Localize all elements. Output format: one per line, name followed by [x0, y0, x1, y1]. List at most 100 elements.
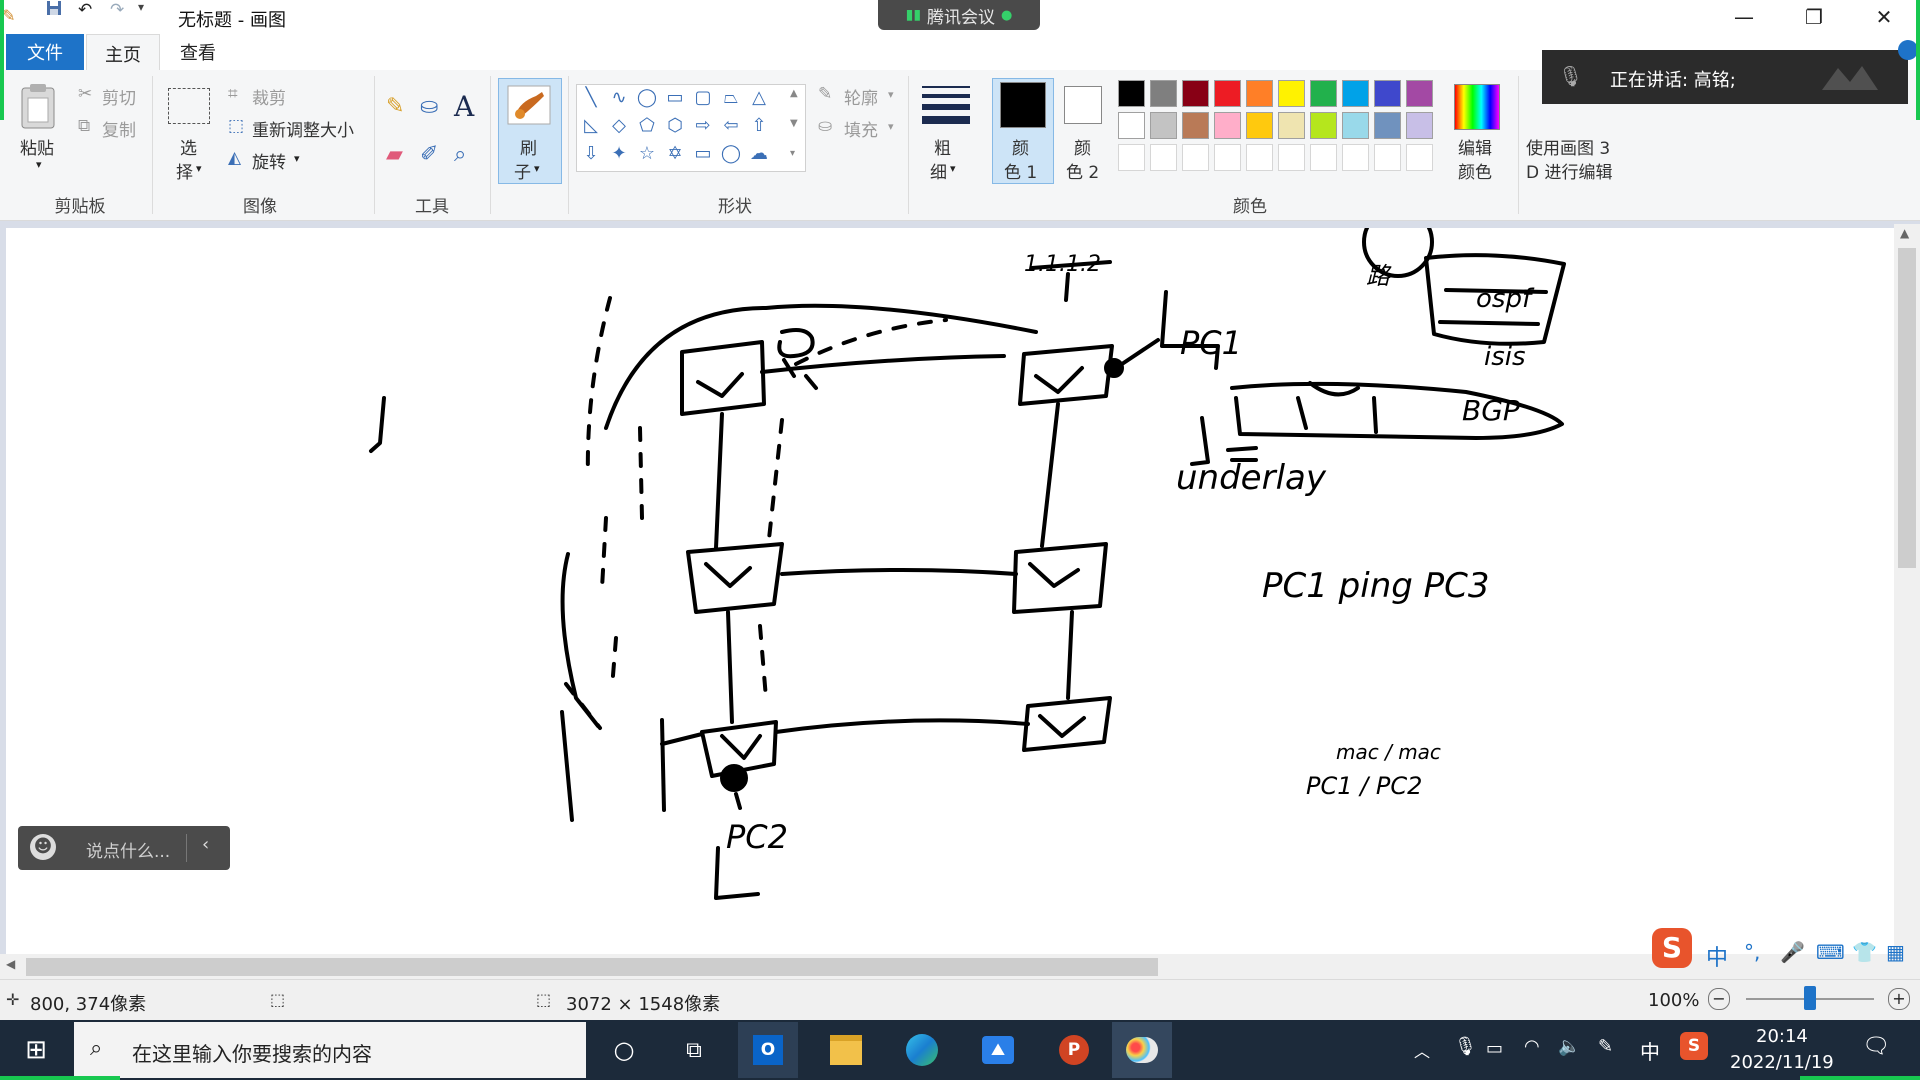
ime-skin-icon[interactable]: 👕 — [1852, 940, 1877, 964]
down-arrow-shape-icon[interactable]: ⇩ — [580, 142, 602, 164]
select-dropdown-icon[interactable]: ▾ — [196, 162, 202, 175]
pentagon-shape-icon[interactable]: ⬠ — [636, 114, 658, 136]
collapse-chevron-icon[interactable]: ‹ — [202, 834, 209, 855]
ime-menu-icon[interactable]: ▦ — [1886, 940, 1905, 964]
rotate-button[interactable]: 旋转 — [252, 148, 286, 173]
paste-button[interactable]: 粘贴 — [20, 134, 54, 159]
paint3d-label-2[interactable]: D 进行编辑 — [1526, 158, 1613, 183]
notification-icon[interactable]: 🗨 — [1862, 1034, 1890, 1059]
palette-swatch[interactable] — [1278, 144, 1305, 171]
palette-swatch[interactable] — [1342, 80, 1369, 107]
line-shape-icon[interactable]: ╲ — [580, 86, 602, 108]
palette-swatch[interactable] — [1406, 80, 1433, 107]
tab-file[interactable]: 文件 — [6, 34, 84, 70]
edit-colors-label-2[interactable]: 颜色 — [1458, 158, 1492, 183]
search-placeholder[interactable]: 在这里输入你要搜索的内容 — [132, 1038, 372, 1067]
powerpoint-icon[interactable]: P — [1044, 1022, 1104, 1078]
palette-swatch[interactable] — [1150, 144, 1177, 171]
outline-button[interactable]: 轮廓 — [844, 84, 878, 109]
palette-swatch[interactable] — [1246, 80, 1273, 107]
fill-button[interactable]: 填充 — [844, 116, 878, 141]
left-arrow-shape-icon[interactable]: ⇦ — [720, 114, 742, 136]
palette-swatch[interactable] — [1118, 80, 1145, 107]
pencil-icon[interactable]: ✎ — [386, 94, 404, 119]
palette-swatch[interactable] — [1406, 112, 1433, 139]
edit-colors-label-1[interactable]: 编辑 — [1458, 134, 1492, 159]
palette-swatch[interactable] — [1150, 112, 1177, 139]
zoom-in-button[interactable]: + — [1888, 988, 1910, 1010]
right-triangle-shape-icon[interactable]: ◺ — [580, 114, 602, 136]
paste-dropdown-icon[interactable]: ▾ — [36, 158, 42, 171]
cut-button[interactable]: 剪切 — [102, 84, 136, 109]
six-point-star-shape-icon[interactable]: ✡ — [664, 142, 686, 164]
select-icon[interactable] — [168, 88, 210, 124]
vertical-scroll-thumb[interactable] — [1898, 248, 1916, 568]
tab-home[interactable]: 主页 — [86, 34, 160, 72]
gallery-scroll-up-icon[interactable]: ▲ — [790, 88, 798, 99]
brush-dropdown-icon[interactable]: ▾ — [534, 162, 540, 175]
palette-swatch[interactable] — [1182, 144, 1209, 171]
zoom-slider-thumb[interactable] — [1804, 986, 1816, 1010]
windows-start-icon[interactable]: ⊞ — [6, 1022, 66, 1078]
task-view-circle-icon[interactable]: ○ — [594, 1022, 654, 1078]
palette-swatch[interactable] — [1182, 112, 1209, 139]
undo-icon[interactable]: ↶ — [78, 0, 92, 20]
paste-icon[interactable] — [18, 82, 60, 130]
clock-date[interactable]: 2022/11/19 — [1730, 1052, 1834, 1073]
edge-icon[interactable] — [892, 1022, 952, 1078]
emoji-icon[interactable]: ☻ — [30, 834, 56, 860]
rotate-dropdown-icon[interactable]: ▾ — [294, 152, 300, 165]
meeting-indicator[interactable]: ▮▮ 腾讯会议 ● — [878, 0, 1040, 30]
horizontal-scroll-thumb[interactable] — [26, 958, 1158, 976]
polygon-shape-icon[interactable]: ⏢ — [720, 86, 742, 108]
oval-callout-shape-icon[interactable]: ◯ — [720, 142, 742, 164]
resize-button[interactable]: 重新调整大小 — [252, 116, 354, 141]
close-button[interactable]: ✕ — [1856, 0, 1912, 34]
outline-dropdown-icon[interactable]: ▾ — [888, 88, 894, 101]
up-arrow-shape-icon[interactable]: ⇧ — [748, 114, 770, 136]
chat-placeholder[interactable]: 说点什么... — [86, 837, 170, 862]
file-explorer-icon[interactable] — [816, 1022, 876, 1078]
size-icon[interactable] — [920, 84, 972, 128]
outlook-icon[interactable]: O — [738, 1022, 798, 1078]
color-picker-icon[interactable]: ✐ — [420, 142, 438, 167]
tray-volume-icon[interactable]: 🔈 — [1558, 1036, 1580, 1057]
quick-access-dropdown-icon[interactable]: ▾ — [138, 0, 144, 14]
task-view-icon[interactable]: ⧉ — [664, 1022, 724, 1078]
zoom-out-button[interactable]: − — [1708, 988, 1730, 1010]
tab-view[interactable]: 查看 — [162, 34, 234, 70]
palette-swatch[interactable] — [1310, 80, 1337, 107]
fill-bucket-icon[interactable]: ⛀ — [420, 94, 438, 119]
palette-swatch[interactable] — [1374, 80, 1401, 107]
tray-expand-icon[interactable]: ︿ — [1414, 1038, 1430, 1062]
palette-swatch[interactable] — [1374, 144, 1401, 171]
gallery-scroll-down-icon[interactable]: ▼ — [790, 118, 798, 129]
curve-shape-icon[interactable]: ∿ — [608, 86, 630, 108]
cloud-callout-shape-icon[interactable]: ☁ — [748, 142, 770, 164]
ime-voice-icon[interactable]: 🎤 — [1780, 940, 1805, 964]
palette-swatch[interactable] — [1278, 112, 1305, 139]
tray-ime-icon[interactable]: S — [1680, 1032, 1708, 1060]
tray-lang[interactable]: 中 — [1640, 1036, 1660, 1065]
palette-swatch[interactable] — [1342, 112, 1369, 139]
size-dropdown-icon[interactable]: ▾ — [950, 162, 956, 175]
right-arrow-shape-icon[interactable]: ⇨ — [692, 114, 714, 136]
gallery-expand-icon[interactable]: ▾ — [790, 148, 795, 159]
redo-icon[interactable]: ↷ — [110, 0, 124, 20]
ime-keyboard-icon[interactable]: ⌨ — [1816, 940, 1845, 964]
text-tool-icon[interactable]: A — [454, 90, 474, 123]
select-label-1[interactable]: 选 — [180, 134, 197, 159]
palette-swatch[interactable] — [1310, 144, 1337, 171]
palette-swatch[interactable] — [1342, 144, 1369, 171]
tray-network-icon[interactable]: ◠ — [1524, 1036, 1540, 1057]
tray-pen-icon[interactable]: ✎ — [1598, 1036, 1613, 1057]
palette-swatch[interactable] — [1374, 112, 1401, 139]
triangle-shape-icon[interactable]: △ — [748, 86, 770, 108]
fill-dropdown-icon[interactable]: ▾ — [888, 120, 894, 133]
scroll-up-icon[interactable]: ▲ — [1900, 226, 1909, 240]
palette-swatch[interactable] — [1214, 80, 1241, 107]
palette-swatch[interactable] — [1278, 80, 1305, 107]
palette-swatch[interactable] — [1118, 144, 1145, 171]
four-point-star-shape-icon[interactable]: ✦ — [608, 142, 630, 164]
palette-swatch[interactable] — [1246, 144, 1273, 171]
